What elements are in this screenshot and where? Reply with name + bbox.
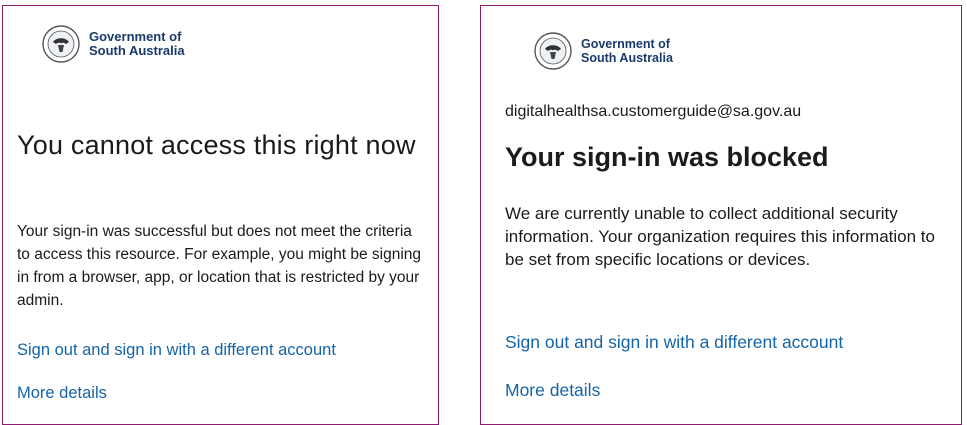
error-description: We are currently unable to collect addit… xyxy=(505,204,935,269)
piping-shrike-seal-icon xyxy=(534,32,572,70)
brand-line-1: Government of xyxy=(89,29,182,44)
error-description: Your sign-in was successful but does not… xyxy=(17,223,422,309)
page-title: Your sign-in was blocked xyxy=(505,142,829,172)
government-wordmark: Government of South Australia xyxy=(89,30,185,58)
brand-line-1: Government of xyxy=(581,37,670,51)
government-wordmark: Government of South Australia xyxy=(581,37,673,65)
more-details-link[interactable]: More details xyxy=(17,384,107,403)
right-signin-panel: Government of South Australia digitalhea… xyxy=(480,5,962,425)
government-logo: Government of South Australia xyxy=(533,31,673,71)
brand-line-2: South Australia xyxy=(581,51,673,65)
brand-line-2: South Australia xyxy=(89,43,185,58)
page-title: You cannot access this right now xyxy=(17,130,416,160)
account-email: digitalhealthsa.customerguide@sa.gov.au xyxy=(505,103,802,120)
left-signin-panel: Government of South Australia You cannot… xyxy=(2,5,439,425)
sign-out-link[interactable]: Sign out and sign in with a different ac… xyxy=(505,332,843,353)
sign-out-link[interactable]: Sign out and sign in with a different ac… xyxy=(17,341,336,360)
piping-shrike-seal-icon xyxy=(42,25,80,63)
government-logo: Government of South Australia xyxy=(41,24,185,64)
more-details-link[interactable]: More details xyxy=(505,380,600,401)
